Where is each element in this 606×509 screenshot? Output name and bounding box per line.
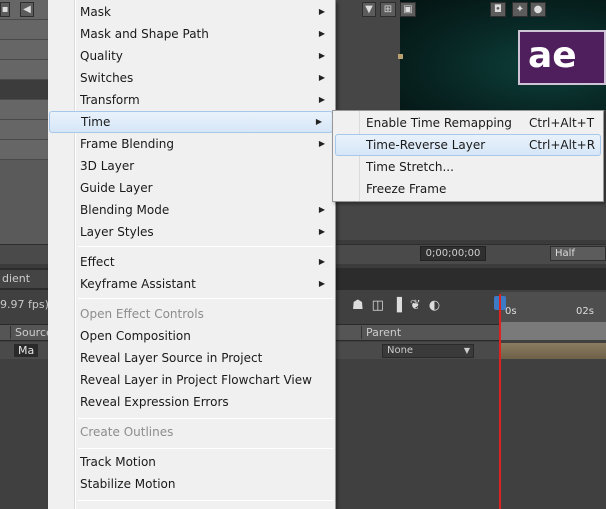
menu-item-layer-styles[interactable]: Layer Styles ▶ — [48, 221, 335, 243]
parent-column-header[interactable]: Parent — [361, 326, 401, 339]
menu-item-stabilize-motion[interactable]: Stabilize Motion — [48, 473, 335, 495]
menu-item-guide-layer[interactable]: Guide Layer — [48, 177, 335, 199]
anchor-point-handle[interactable] — [398, 54, 403, 59]
menu-item-open-effect-controls: Open Effect Controls — [80, 307, 204, 321]
ruler-label-start: 0s — [505, 306, 517, 317]
current-time-display[interactable]: 0;00;00;00 — [420, 246, 486, 261]
submenu-arrow-icon: ▶ — [318, 95, 325, 104]
submenu-item-freeze-frame[interactable]: Freeze Frame — [335, 178, 601, 200]
playhead-line[interactable] — [499, 294, 501, 509]
menu-item-reveal-expression-errors[interactable]: Reveal Expression Errors — [48, 391, 335, 413]
menu-item-track-motion[interactable]: Track Motion — [48, 451, 335, 473]
snapshot-icon[interactable]: ◘ — [490, 2, 506, 17]
timeline-tab[interactable]: dient — [0, 270, 52, 288]
submenu-arrow-icon: ▶ — [318, 51, 325, 60]
prev-arrow-icon[interactable]: ◀ — [20, 2, 34, 17]
ae-logo: ae — [518, 30, 606, 85]
shortcut-label: Ctrl+Alt+T — [529, 116, 595, 130]
submenu-arrow-icon: ▶ — [318, 257, 325, 266]
menu-item-switches[interactable]: Switches ▶ — [48, 67, 335, 89]
submenu-arrow-icon: ▶ — [318, 205, 325, 214]
menu-separator — [78, 246, 333, 247]
menu-item-quality[interactable]: Quality ▶ — [48, 45, 335, 67]
grid-icon[interactable]: ⊞ — [380, 2, 396, 17]
menu-item-blending-mode[interactable]: Blending Mode ▶ — [48, 199, 335, 221]
menu-item-open-composition[interactable]: Open Composition — [48, 325, 335, 347]
menu-item-reveal-layer-source[interactable]: Reveal Layer Source in Project — [48, 347, 335, 369]
menu-separator — [78, 418, 333, 419]
menu-item-effect[interactable]: Effect ▶ — [48, 251, 335, 273]
menu-separator — [78, 500, 333, 501]
menu-item-keyframe-assistant[interactable]: Keyframe Assistant ▶ — [48, 273, 335, 295]
menu-item-frame-blending[interactable]: Frame Blending ▶ — [48, 133, 335, 155]
menu-separator — [78, 448, 333, 449]
parent-select[interactable]: None ▼ — [382, 344, 474, 358]
chevron-down-icon: ▼ — [463, 346, 470, 355]
dropdown-arrow-icon[interactable]: ▼ — [362, 2, 376, 17]
menu-item-mask[interactable]: Mask ▶ — [48, 1, 335, 23]
menu-item-mask-and-shape-path[interactable]: Mask and Shape Path ▶ — [48, 23, 335, 45]
shortcut-label: Ctrl+Alt+R — [529, 138, 596, 152]
time-submenu: Enable Time Remapping Ctrl+Alt+T Time-Re… — [332, 110, 604, 202]
mask-toggle-icon[interactable]: ▣ — [400, 2, 416, 17]
parent-value: None — [387, 345, 414, 356]
layer-context-menu: Mask ▶ Mask and Shape Path ▶ Quality ▶ Swit… — [48, 0, 336, 509]
toolbar-button[interactable]: ▪ — [0, 2, 10, 17]
menu-item-transform[interactable]: Transform ▶ — [48, 89, 335, 111]
timeline-switch-icons[interactable]: ☗◫▐❦◐ — [352, 298, 448, 313]
layer-duration-bar[interactable] — [500, 343, 606, 359]
source-column-header[interactable]: Source — [10, 326, 53, 339]
work-area-bar[interactable] — [500, 322, 606, 340]
resolution-select[interactable]: Half — [550, 246, 606, 261]
fps-label: 9.97 fps) — [0, 298, 49, 311]
menu-item-reveal-flowchart[interactable]: Reveal Layer in Project Flowchart View — [48, 369, 335, 391]
submenu-arrow-icon: ▶ — [315, 117, 322, 126]
menu-item-time[interactable]: Time ▶ — [49, 111, 333, 133]
submenu-item-time-reverse-layer[interactable]: Time-Reverse Layer Ctrl+Alt+R — [335, 134, 601, 156]
submenu-arrow-icon: ▶ — [318, 139, 325, 148]
channel-icon[interactable]: ● — [530, 2, 546, 17]
submenu-item-time-stretch[interactable]: Time Stretch... — [335, 156, 601, 178]
submenu-arrow-icon: ▶ — [318, 73, 325, 82]
menu-separator — [78, 298, 333, 299]
show-snapshot-icon[interactable]: ✦ — [512, 2, 528, 17]
submenu-item-enable-time-remapping[interactable]: Enable Time Remapping Ctrl+Alt+T — [335, 112, 601, 134]
submenu-arrow-icon: ▶ — [318, 7, 325, 16]
layer-name[interactable]: Ma — [14, 344, 39, 357]
menu-item-create-outlines: Create Outlines — [80, 425, 174, 439]
submenu-arrow-icon: ▶ — [318, 227, 325, 236]
submenu-arrow-icon: ▶ — [318, 279, 325, 288]
submenu-arrow-icon: ▶ — [318, 29, 325, 38]
ruler-label-2s: 02s — [576, 306, 594, 317]
menu-item-3d-layer[interactable]: 3D Layer — [48, 155, 335, 177]
